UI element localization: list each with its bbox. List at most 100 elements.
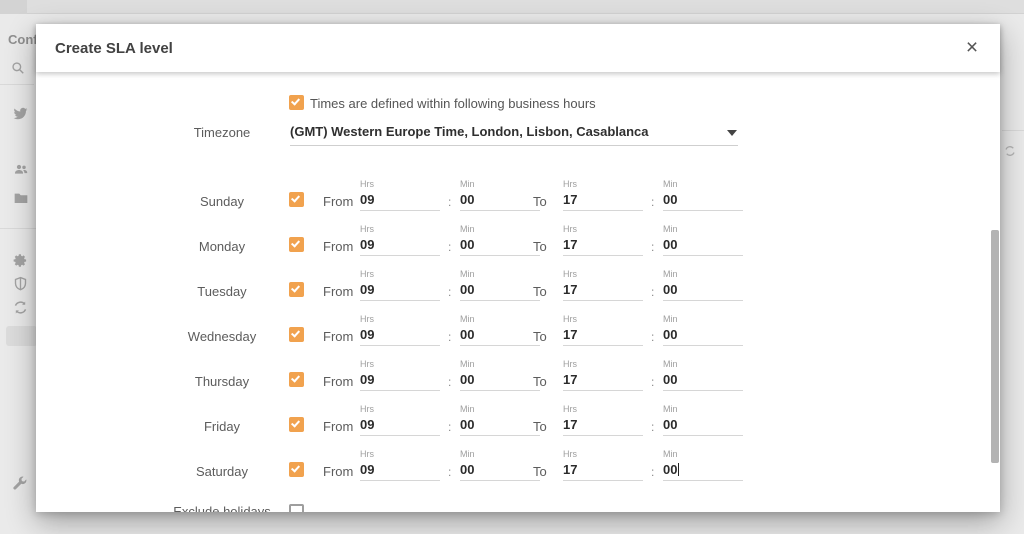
to-hrs-input[interactable]: 17	[563, 462, 643, 481]
from-min-input[interactable]: 00	[460, 192, 540, 211]
day-row: Tuesday From Hrs 09 : Min 00 To Hrs 17 :…	[36, 268, 1000, 313]
min-caption: Min	[663, 449, 678, 459]
hrs-caption: Hrs	[360, 404, 374, 414]
to-label: To	[533, 284, 547, 299]
from-min-input[interactable]: 00	[460, 372, 540, 391]
from-hrs-input[interactable]: 09	[360, 372, 440, 391]
from-hrs-input[interactable]: 09	[360, 327, 440, 346]
min-caption: Min	[663, 314, 678, 324]
min-caption: Min	[663, 404, 678, 414]
colon-separator: :	[651, 285, 654, 299]
min-caption: Min	[460, 179, 475, 189]
checkmark-icon	[291, 328, 300, 337]
min-caption: Min	[460, 359, 475, 369]
to-hrs-input[interactable]: 17	[563, 417, 643, 436]
folder-icon[interactable]	[13, 190, 29, 206]
chevron-down-icon[interactable]	[727, 130, 737, 136]
hrs-caption: Hrs	[563, 449, 577, 459]
colon-separator: :	[448, 420, 451, 434]
sidebar-selected-item	[6, 326, 37, 346]
from-label: From	[323, 284, 353, 299]
colon-separator: :	[651, 195, 654, 209]
people-icon[interactable]	[13, 161, 29, 177]
hrs-caption: Hrs	[360, 449, 374, 459]
min-caption: Min	[460, 404, 475, 414]
from-min-input[interactable]: 00	[460, 327, 540, 346]
to-hrs-input[interactable]: 17	[563, 327, 643, 346]
to-hrs-input[interactable]: 17	[563, 237, 643, 256]
min-caption: Min	[460, 449, 475, 459]
from-label: From	[323, 419, 353, 434]
hrs-caption: Hrs	[360, 314, 374, 324]
hrs-caption: Hrs	[360, 359, 374, 369]
business-hours-checkbox[interactable]	[289, 95, 304, 110]
to-min-input[interactable]: 00	[663, 372, 743, 391]
day-checkbox[interactable]	[289, 237, 304, 252]
checkmark-icon	[291, 463, 300, 472]
from-min-input[interactable]: 00	[460, 282, 540, 301]
day-checkbox[interactable]	[289, 417, 304, 432]
to-hrs-input[interactable]: 17	[563, 192, 643, 211]
colon-separator: :	[448, 465, 451, 479]
from-min-input[interactable]: 00	[460, 462, 540, 481]
from-label: From	[323, 329, 353, 344]
day-checkbox[interactable]	[289, 372, 304, 387]
to-label: To	[533, 329, 547, 344]
to-min-input[interactable]: 00	[663, 237, 743, 256]
day-row: Wednesday From Hrs 09 : Min 00 To Hrs 17…	[36, 313, 1000, 358]
from-min-input[interactable]: 00	[460, 237, 540, 256]
refresh-icon[interactable]	[13, 300, 28, 315]
checkmark-icon	[291, 418, 300, 427]
day-checkbox[interactable]	[289, 282, 304, 297]
hrs-caption: Hrs	[563, 314, 577, 324]
to-min-input[interactable]: 00	[663, 417, 743, 436]
to-hrs-input[interactable]: 17	[563, 372, 643, 391]
hrs-caption: Hrs	[563, 179, 577, 189]
vertical-scrollbar-thumb[interactable]	[991, 230, 999, 463]
from-label: From	[323, 464, 353, 479]
to-min-input[interactable]: 00	[663, 462, 743, 481]
min-caption: Min	[460, 314, 475, 324]
colon-separator: :	[448, 240, 451, 254]
from-label: From	[323, 239, 353, 254]
text-cursor	[678, 463, 679, 476]
from-min-input[interactable]: 00	[460, 417, 540, 436]
close-button[interactable]: ×	[958, 34, 986, 62]
to-label: To	[533, 239, 547, 254]
twitter-icon[interactable]	[13, 106, 28, 121]
from-hrs-input[interactable]: 09	[360, 417, 440, 436]
checkmark-icon	[291, 238, 300, 247]
search-icon[interactable]	[11, 61, 25, 75]
day-checkbox[interactable]	[289, 462, 304, 477]
hrs-caption: Hrs	[360, 224, 374, 234]
to-min-input[interactable]: 00	[663, 327, 743, 346]
checkmark-icon	[291, 283, 300, 292]
business-hours-label: Times are defined within following busin…	[310, 96, 596, 111]
day-checkbox[interactable]	[289, 192, 304, 207]
checkmark-icon	[291, 373, 300, 382]
dialog-header: Create SLA level ×	[36, 24, 1000, 72]
to-hrs-input[interactable]: 17	[563, 282, 643, 301]
checkmark-icon	[291, 193, 300, 202]
wrench-icon[interactable]	[11, 475, 28, 492]
hrs-caption: Hrs	[360, 269, 374, 279]
checkmark-icon	[291, 96, 300, 105]
to-min-input[interactable]: 00	[663, 192, 743, 211]
colon-separator: :	[448, 375, 451, 389]
timezone-select[interactable]: (GMT) Western Europe Time, London, Lisbo…	[290, 124, 738, 146]
gear-icon[interactable]	[13, 253, 28, 268]
min-caption: Min	[460, 269, 475, 279]
min-caption: Min	[663, 359, 678, 369]
clipped-row-checkbox[interactable]	[289, 504, 304, 512]
from-hrs-input[interactable]: 09	[360, 282, 440, 301]
from-hrs-input[interactable]: 09	[360, 192, 440, 211]
to-min-input[interactable]: 00	[663, 282, 743, 301]
create-sla-level-dialog: Create SLA level × Times are defined wit…	[36, 24, 1000, 512]
from-hrs-input[interactable]: 09	[360, 237, 440, 256]
shield-icon[interactable]	[13, 276, 28, 291]
hrs-caption: Hrs	[360, 179, 374, 189]
from-hrs-input[interactable]: 09	[360, 462, 440, 481]
colon-separator: :	[448, 195, 451, 209]
day-checkbox[interactable]	[289, 327, 304, 342]
background-right-divider	[1002, 130, 1024, 131]
